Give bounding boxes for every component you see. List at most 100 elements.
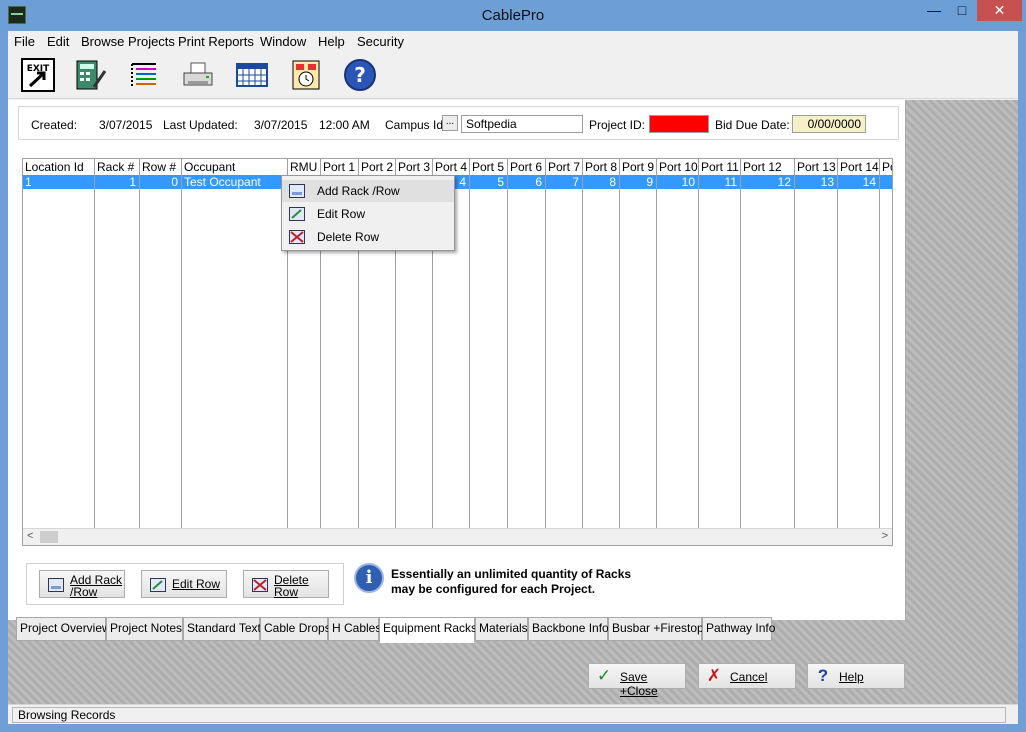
header-port-13[interactable]: Port 13 bbox=[795, 159, 838, 175]
tab-equipment-racks[interactable]: Equipment Racks bbox=[379, 617, 477, 643]
add-rack-row-button[interactable]: Add Rack/Row bbox=[39, 570, 125, 598]
cell-port-12[interactable]: 12 bbox=[741, 175, 795, 189]
cell-port-8[interactable]: 8 bbox=[583, 175, 620, 189]
campus-id-label: Campus Id: bbox=[385, 118, 447, 132]
bid-due-label: Bid Due Date: bbox=[715, 118, 790, 132]
header-port-5[interactable]: Port 5 bbox=[470, 159, 508, 175]
header-port-10[interactable]: Port 10 bbox=[657, 159, 699, 175]
printer-icon[interactable] bbox=[180, 57, 216, 93]
context-edit-row[interactable]: Edit Row bbox=[282, 203, 454, 225]
last-updated-date: 3/07/2015 bbox=[254, 118, 308, 132]
header-port-1[interactable]: Port 1 bbox=[321, 159, 359, 175]
add-row-icon bbox=[48, 578, 64, 592]
scroll-thumb[interactable] bbox=[40, 531, 58, 543]
cell-port-13[interactable]: 13 bbox=[795, 175, 838, 189]
add-label-line2: /Row bbox=[70, 585, 98, 599]
tab-project-notes[interactable]: Project Notes: bbox=[106, 617, 185, 641]
toolbar: EXIT ? bbox=[8, 51, 1018, 99]
header-port-11[interactable]: Port 11 bbox=[699, 159, 741, 175]
header-port-14[interactable]: Port 14 bbox=[838, 159, 880, 175]
cell-port-11[interactable]: 11 bbox=[699, 175, 741, 189]
exit-icon[interactable]: EXIT bbox=[20, 57, 56, 93]
edit-row-button[interactable]: Edit Row bbox=[141, 570, 227, 598]
menu-print-reports[interactable]: Print Reports bbox=[178, 34, 254, 49]
scroll-left-arrow[interactable]: < bbox=[27, 530, 33, 542]
header-port-8[interactable]: Port 8 bbox=[583, 159, 620, 175]
grid-column bbox=[838, 159, 880, 531]
context-delete-row[interactable]: Delete Row bbox=[282, 226, 454, 248]
tab-cable-drops[interactable]: Cable Drops bbox=[260, 617, 331, 641]
cancel-label: Cancel bbox=[730, 670, 768, 684]
schedule-icon[interactable] bbox=[288, 57, 324, 93]
tab-standard-text[interactable]: Standard Text bbox=[183, 617, 261, 641]
minimize-button[interactable]: — bbox=[920, 0, 948, 21]
tab-busbar-firestops[interactable]: Busbar +Firestops bbox=[608, 617, 710, 641]
header-port-6[interactable]: Port 6 bbox=[508, 159, 546, 175]
scroll-right-arrow[interactable]: > bbox=[882, 530, 888, 542]
info-line-1: Essentially an unlimited quantity of Rac… bbox=[391, 567, 632, 581]
last-updated-time: 12:00 AM bbox=[319, 118, 370, 132]
equipment-racks-form: Created: 3/07/2015 Last Updated: 3/07/20… bbox=[8, 100, 906, 620]
save-close-button[interactable]: ✓ Save +Close bbox=[588, 663, 686, 698]
header-port-more[interactable]: Po bbox=[880, 159, 892, 175]
header-rmu[interactable]: RMU bbox=[288, 159, 321, 175]
project-id-field[interactable] bbox=[649, 115, 709, 133]
grid-column bbox=[795, 159, 838, 531]
header-port-7[interactable]: Port 7 bbox=[546, 159, 583, 175]
cell-port-14[interactable]: 14 bbox=[838, 175, 880, 189]
cell-row[interactable]: 0 bbox=[140, 175, 182, 189]
tab-materials[interactable]: Materials bbox=[475, 617, 528, 641]
close-button[interactable]: ✕ bbox=[977, 0, 1022, 21]
cell-rack[interactable]: 1 bbox=[95, 175, 140, 189]
cancel-button[interactable]: ✗ Cancel bbox=[698, 663, 796, 689]
header-location-id[interactable]: Location Id bbox=[23, 159, 95, 175]
calendar-icon[interactable] bbox=[234, 57, 270, 93]
grid-column bbox=[583, 159, 620, 531]
delete-row-button[interactable]: Delete Row bbox=[243, 570, 329, 598]
list-icon[interactable] bbox=[126, 57, 162, 93]
campus-lookup-button[interactable]: ... bbox=[442, 115, 458, 131]
delete-row-icon bbox=[252, 578, 268, 592]
header-port-3[interactable]: Port 3 bbox=[396, 159, 433, 175]
context-add-rack-row[interactable]: Add Rack /Row bbox=[282, 180, 454, 202]
tab-project-overview[interactable]: Project Overview bbox=[16, 617, 111, 641]
tab-pathway-info[interactable]: Pathway Info bbox=[702, 617, 775, 641]
cell-location-id[interactable]: 1 bbox=[25, 175, 95, 189]
info-message: Essentially an unlimited quantity of Rac… bbox=[391, 567, 631, 597]
bid-due-field[interactable]: 0/00/0000 bbox=[792, 115, 866, 133]
campus-id-field[interactable]: Softpedia bbox=[461, 115, 583, 133]
calculator-icon[interactable] bbox=[72, 57, 108, 93]
status-bar: Browsing Records bbox=[8, 704, 1018, 724]
racks-grid[interactable]: Location Id Rack # Row # Occupant RMU Po… bbox=[22, 158, 893, 546]
header-rack[interactable]: Rack # bbox=[95, 159, 140, 175]
app-window: CablePro — □ ✕ File Edit Browse Projects… bbox=[0, 0, 1026, 732]
cell-port-5[interactable]: 5 bbox=[470, 175, 508, 189]
header-row[interactable]: Row # bbox=[140, 159, 182, 175]
menu-browse-projects[interactable]: Browse Projects bbox=[81, 34, 175, 49]
header-port-12[interactable]: Port 12 bbox=[741, 159, 795, 175]
cell-port-7[interactable]: 7 bbox=[546, 175, 583, 189]
header-port-9[interactable]: Port 9 bbox=[620, 159, 657, 175]
header-port-2[interactable]: Port 2 bbox=[359, 159, 396, 175]
add-rack-row-label: Add Rack/Row bbox=[70, 574, 122, 598]
menu-edit[interactable]: Edit bbox=[47, 34, 69, 49]
horizontal-scrollbar[interactable]: < > bbox=[23, 528, 892, 545]
maximize-button[interactable]: □ bbox=[948, 0, 976, 21]
menu-security[interactable]: Security bbox=[357, 34, 404, 49]
menu-file[interactable]: File bbox=[14, 34, 35, 49]
cell-port-10[interactable]: 10 bbox=[657, 175, 699, 189]
title-bar[interactable]: CablePro — □ ✕ bbox=[0, 0, 1026, 31]
menu-window[interactable]: Window bbox=[260, 34, 306, 49]
cell-port-6[interactable]: 6 bbox=[508, 175, 546, 189]
menu-help[interactable]: Help bbox=[318, 34, 345, 49]
cell-port-9[interactable]: 9 bbox=[620, 175, 657, 189]
help-button[interactable]: ? Help bbox=[807, 663, 905, 689]
context-delete-label: Delete Row bbox=[317, 230, 380, 244]
header-occupant[interactable]: Occupant bbox=[182, 159, 288, 175]
tab-backbone-info[interactable]: Backbone Info bbox=[528, 617, 609, 641]
grid-column bbox=[95, 159, 140, 531]
help-icon[interactable]: ? bbox=[342, 57, 378, 93]
cell-occupant[interactable]: Test Occupant bbox=[184, 175, 288, 189]
header-port-4[interactable]: Port 4 bbox=[433, 159, 470, 175]
tab-h-cables[interactable]: H Cables bbox=[328, 617, 381, 641]
